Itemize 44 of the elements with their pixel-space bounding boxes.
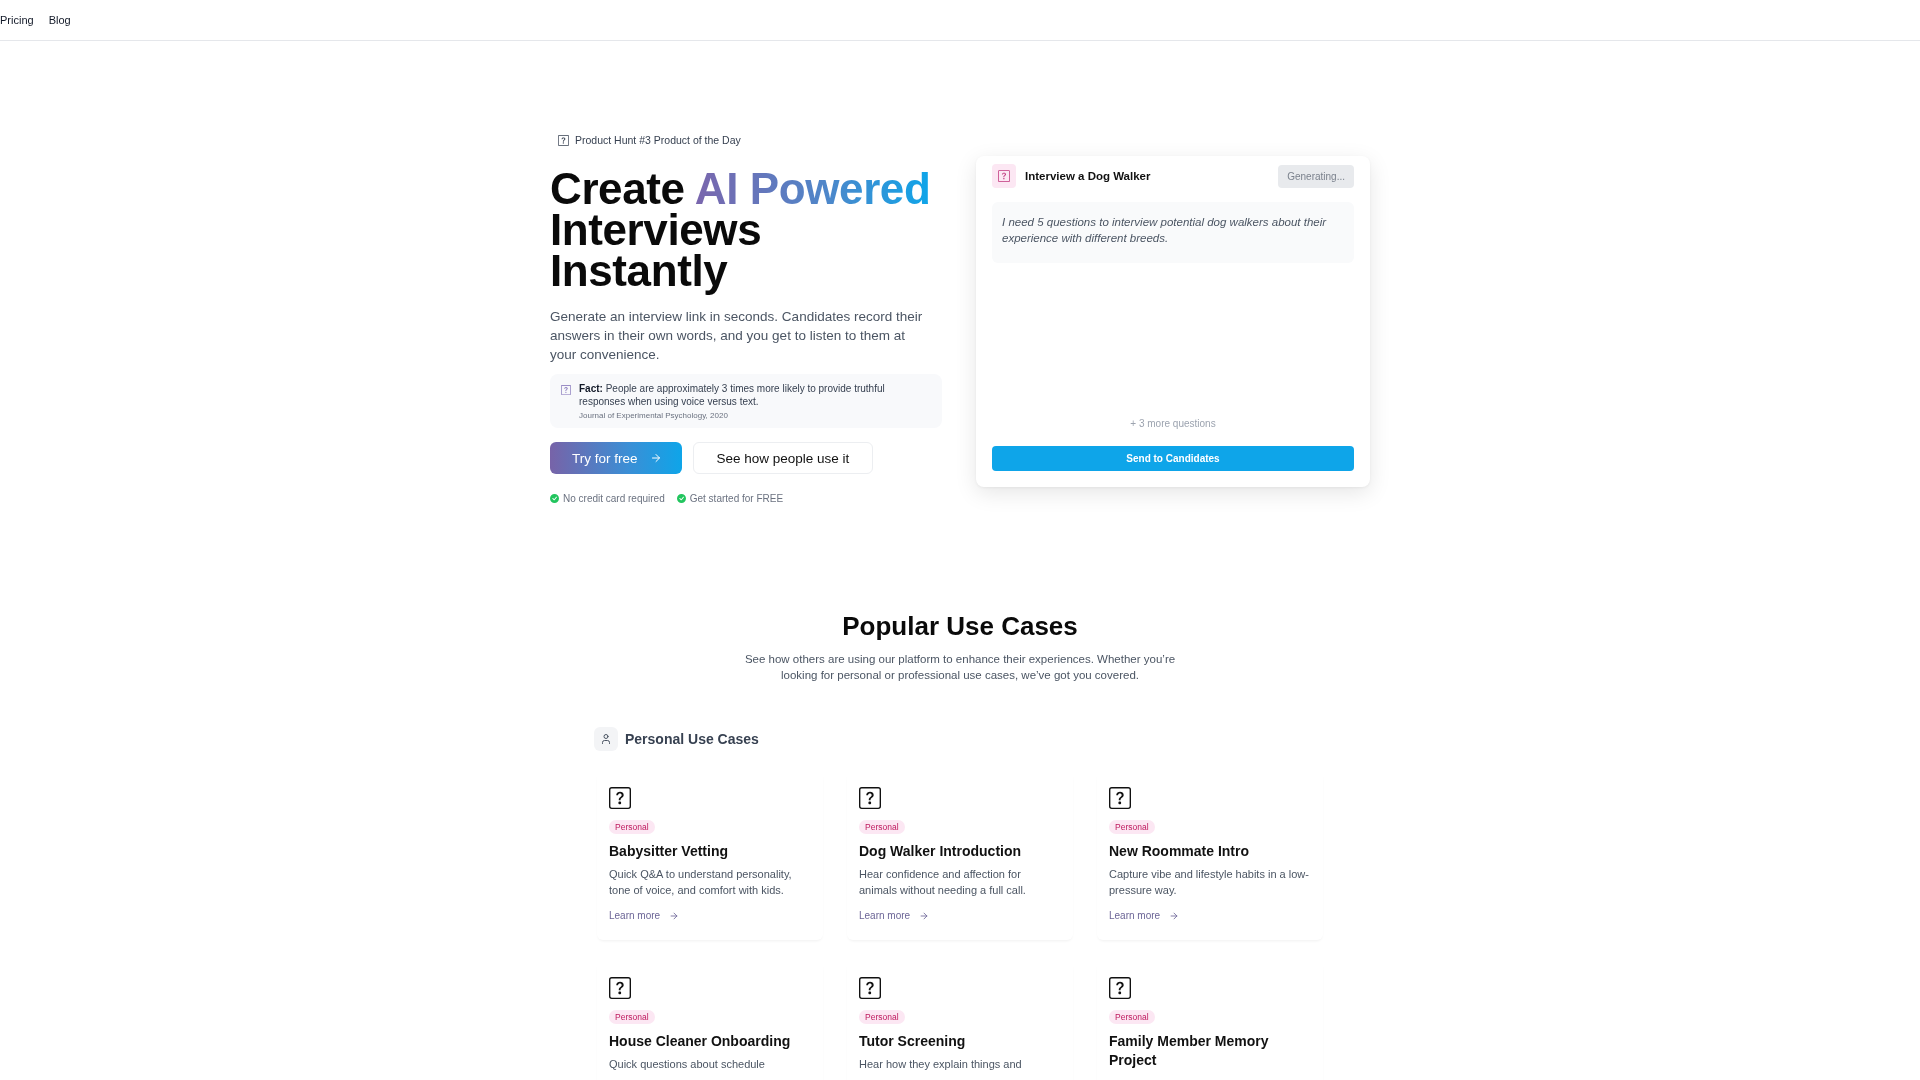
question-square-icon — [558, 134, 569, 146]
try-free-button[interactable]: Try for free — [550, 442, 682, 474]
perk-text: Get started for FREE — [689, 493, 784, 504]
learn-more-link[interactable]: Learn more — [859, 909, 930, 923]
section-subtitle: See how others are using our platform to enhance their experiences. Whether you’re looking for personal or professional use cases, we’ve got you covered. — [743, 652, 1177, 683]
see-usage-button[interactable]: See how people use it — [692, 442, 874, 474]
category-tag: Personal — [1109, 1010, 1155, 1024]
arrow-right-icon — [649, 452, 662, 464]
question-square-icon — [992, 164, 1016, 188]
nav-link[interactable]: Pricing — [0, 14, 34, 26]
card-title: House Cleaner Onboarding — [609, 1032, 791, 1051]
category-tag: Personal — [1109, 820, 1155, 834]
arrow-right-icon — [919, 911, 930, 921]
arrow-right-icon — [669, 911, 680, 921]
section-title: Popular Use Cases — [842, 610, 1078, 642]
user-icon — [594, 727, 618, 751]
card-title: Dog Walker Introduction — [859, 842, 1022, 861]
group-heading: Personal Use Cases — [625, 731, 759, 747]
learn-more-link[interactable]: Learn more — [1109, 909, 1180, 923]
learn-more-link[interactable]: Learn more — [609, 909, 680, 923]
card-description: Hear how they explain things and — [859, 1057, 1022, 1072]
category-tag: Personal — [609, 1010, 655, 1024]
question-square-icon — [560, 384, 571, 395]
nav-link[interactable]: Blog — [48, 14, 71, 26]
card-title: Family Member Memory Project — [1109, 1032, 1270, 1070]
prompt-box: I need 5 questions to interview potential dog walkers about their experience with different breeds. — [992, 202, 1354, 263]
card-description: Capture vibe and lifestyle habits in a low-pressure way. — [1109, 867, 1310, 898]
card-title: Babysitter Vetting — [609, 842, 729, 861]
category-tag: Personal — [859, 820, 905, 834]
card-title: Interview a Dog Walker — [1025, 170, 1151, 182]
card-description: Quick questions about schedule — [609, 1057, 765, 1072]
card-title: Tutor Screening — [859, 1032, 966, 1051]
arrow-right-icon — [1169, 911, 1180, 921]
card-description: Hear confidence and affection for animals without needing a full call. — [859, 867, 1027, 898]
card-title: New Roommate Intro — [1109, 842, 1249, 861]
perk-text: No credit card required — [563, 493, 665, 504]
fact-source: Journal of Experimental Psychology, 2020 — [579, 410, 729, 421]
more-questions-text: + 3 more questions — [1130, 418, 1216, 429]
product-hunt-label: Product Hunt #3 Product of the Day — [575, 134, 741, 146]
fact-text: Fact: People are approximately 3 times more likely to provide truthful responses when using voice versus text. — [579, 382, 886, 408]
category-tag: Personal — [609, 820, 655, 834]
hero-description: Generate an interview link in seconds. Candidates record their answers in their own words, and you get to listen to them at your convenience. — [550, 308, 924, 364]
card-description: Quick Q&A to understand personality, tone of voice, and comfort with kids. — [609, 867, 793, 898]
category-tag: Personal — [859, 1010, 905, 1024]
